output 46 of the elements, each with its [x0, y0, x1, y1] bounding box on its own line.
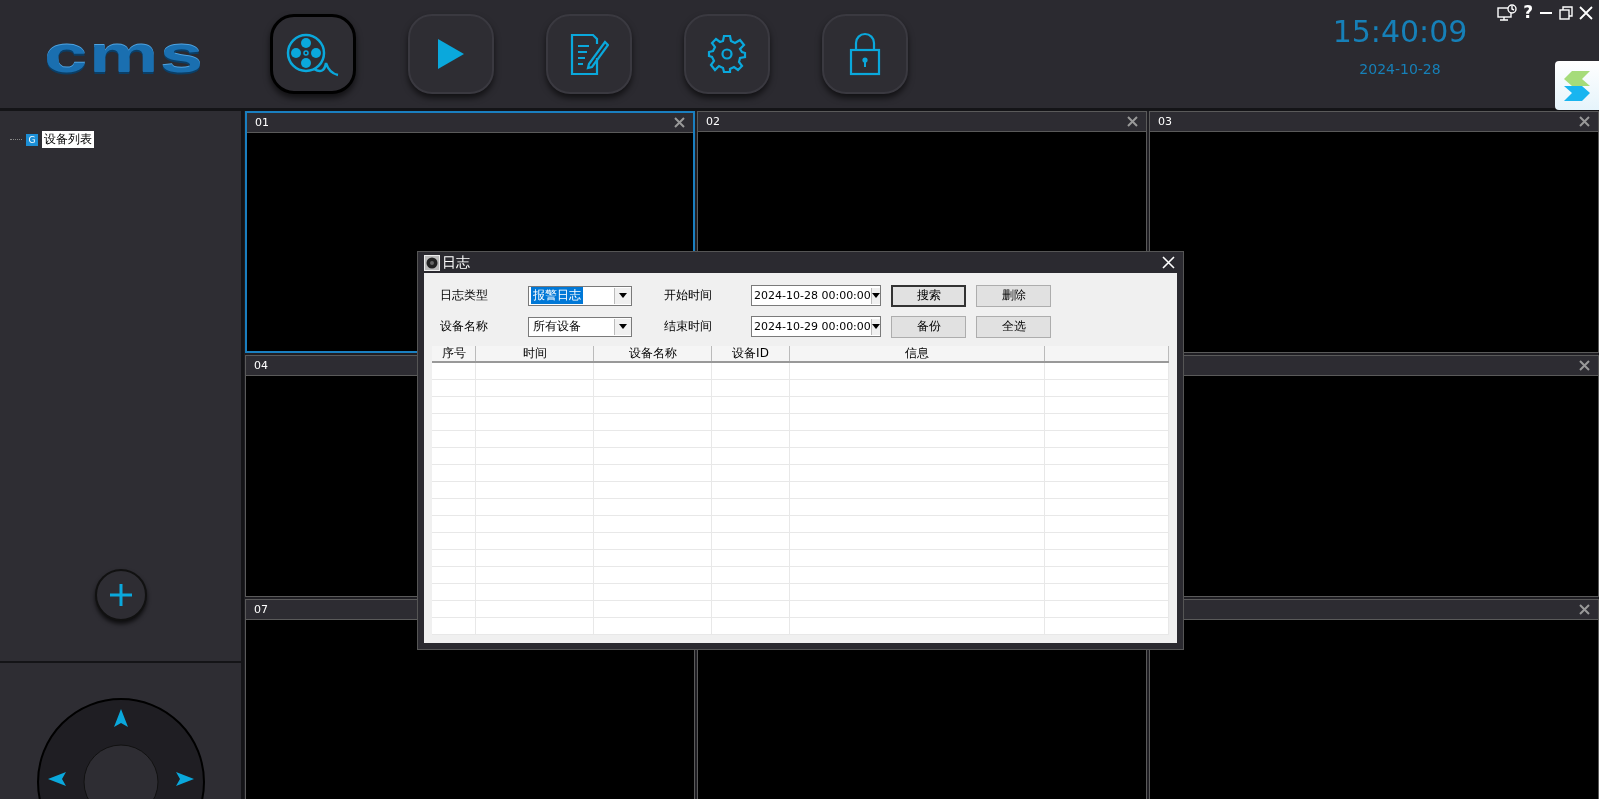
clock-date: 2024-10-28	[1358, 61, 1442, 77]
tree-item[interactable]: 设备列表	[42, 131, 94, 148]
gear-icon	[706, 33, 748, 75]
nav-button[interactable]	[270, 14, 356, 94]
nav-button[interactable]	[546, 14, 632, 94]
monitor-icon[interactable]	[1497, 4, 1518, 21]
clock-time: 15:40:09	[1331, 14, 1469, 49]
nav-button[interactable]	[684, 14, 770, 94]
dropdown-field[interactable]: 报警日志	[528, 285, 632, 306]
camera-icon	[424, 254, 440, 271]
video-tile[interactable]	[1149, 599, 1599, 799]
dialog-button[interactable]: 全选	[976, 315, 1051, 338]
tile-label: 03	[1158, 115, 1172, 128]
restore-icon[interactable]	[1559, 5, 1573, 20]
column-header[interactable]: 设备ID	[712, 346, 790, 361]
help-button[interactable]: ?	[1523, 4, 1533, 21]
datetime-field[interactable]: 2024-10-29 00:00:00	[751, 316, 881, 337]
nav-button[interactable]	[822, 14, 908, 94]
tile-label: 07	[254, 603, 268, 616]
dialog-button[interactable]: 搜索	[891, 284, 966, 307]
column-header[interactable]: 序号	[432, 346, 476, 361]
field-label: 日志类型	[439, 287, 489, 304]
dialog-title: 日志	[442, 253, 470, 272]
dialog-button[interactable]: 备份	[891, 315, 966, 338]
column-header[interactable]: 时间	[476, 346, 594, 361]
dropdown-field[interactable]: 所有设备	[528, 316, 632, 337]
logo: cms	[44, 28, 206, 80]
nav-button[interactable]	[408, 14, 494, 94]
tile-label: 02	[706, 115, 720, 128]
caret-icon	[619, 293, 627, 298]
dialog-button[interactable]: 删除	[976, 284, 1051, 307]
tile-label: 04	[254, 359, 268, 372]
document-pen-icon	[569, 32, 609, 76]
caret-icon	[871, 324, 880, 329]
caret-icon	[871, 293, 880, 298]
column-header[interactable]: 设备名称	[594, 346, 712, 361]
lock-icon	[848, 32, 882, 76]
play-icon	[436, 37, 466, 71]
tile-label: 01	[255, 116, 269, 129]
add-button[interactable]	[94, 569, 147, 621]
group-icon: G	[26, 133, 38, 146]
datetime-field[interactable]: 2024-10-28 00:00:00	[751, 285, 881, 306]
plus-icon	[108, 583, 133, 607]
column-header[interactable]: 信息	[790, 346, 1045, 361]
caret-icon	[619, 324, 627, 329]
field-label: 设备名称	[439, 318, 489, 335]
